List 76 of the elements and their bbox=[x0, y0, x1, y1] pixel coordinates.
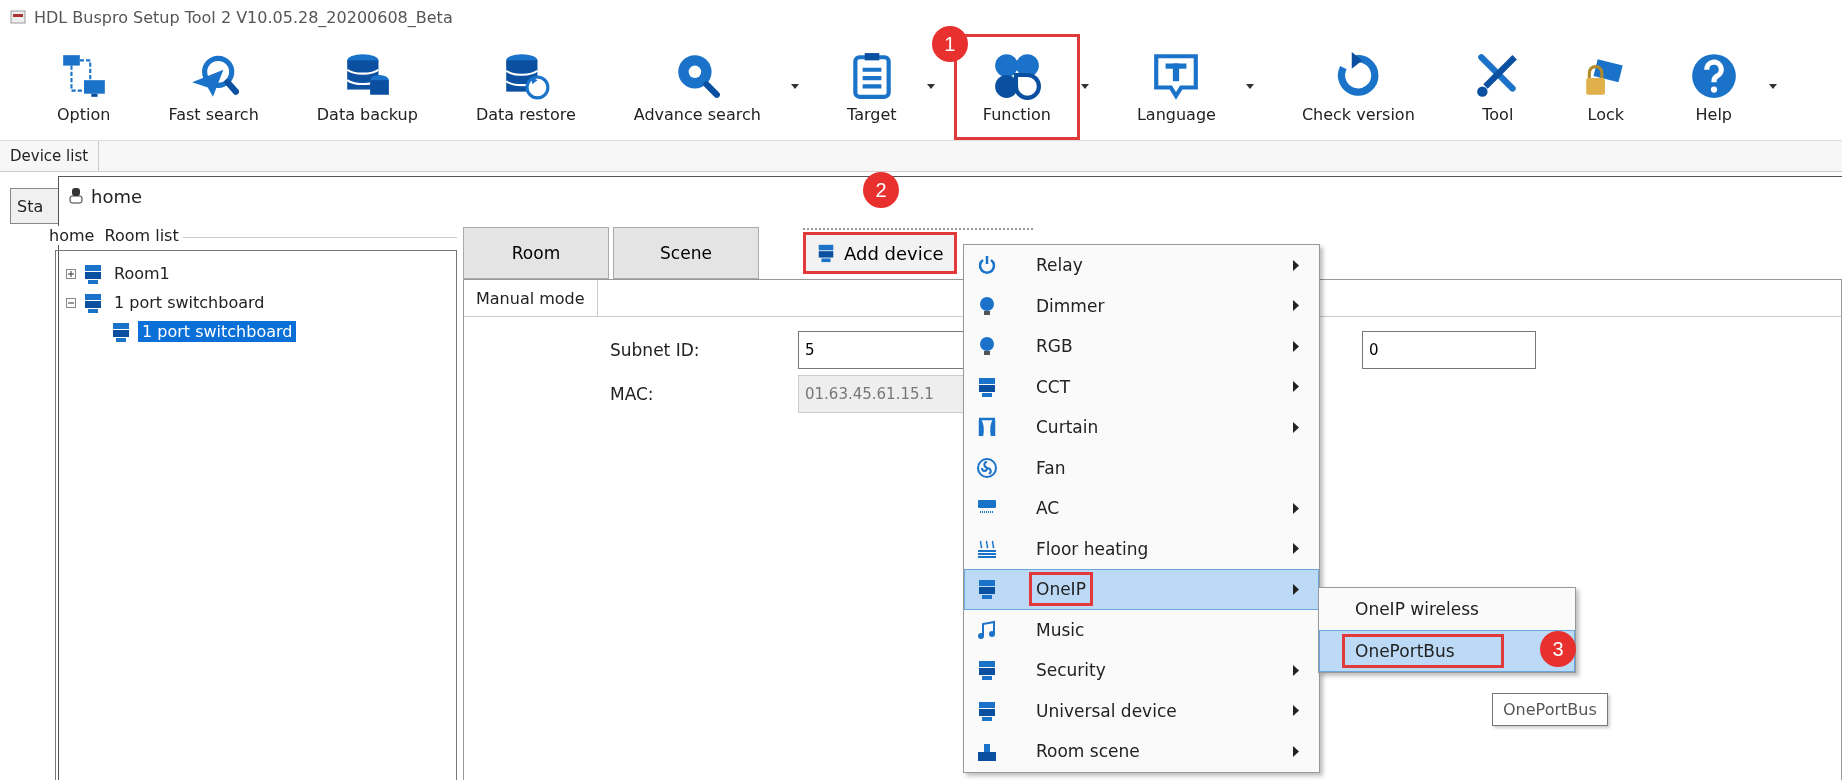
app-icon bbox=[10, 10, 26, 24]
tab[interactable]: Sta bbox=[10, 188, 58, 224]
menu-item[interactable]: Dimmer bbox=[964, 285, 1319, 326]
menu-item[interactable]: OneIP wireless bbox=[1319, 588, 1575, 630]
text-field[interactable]: 0 bbox=[1362, 331, 1536, 369]
toolbar-button[interactable]: Language bbox=[1107, 34, 1245, 140]
window-title: home bbox=[91, 185, 143, 207]
music-note-icon bbox=[976, 618, 998, 641]
menu-item[interactable]: Fan bbox=[964, 447, 1319, 488]
window-title: HDL Buspro Setup Tool 2 V10.05.28_20200608_Beta bbox=[34, 7, 453, 27]
toolbar-button[interactable]: Tool bbox=[1443, 34, 1552, 140]
step-badge: 1 bbox=[931, 26, 968, 62]
caret-icon[interactable] bbox=[1244, 84, 1255, 90]
menu-item[interactable]: AC bbox=[964, 488, 1319, 529]
toolbar-button[interactable]: Check version bbox=[1272, 34, 1444, 140]
tooltip: OnePortBus bbox=[1492, 693, 1608, 726]
device-icon bbox=[976, 578, 998, 601]
add-device-button[interactable]: Add device bbox=[803, 232, 957, 274]
toolbar-button[interactable]: Advance search bbox=[604, 34, 790, 140]
menu-item-label: Fan bbox=[1035, 456, 1067, 480]
field-label: MAC: bbox=[610, 384, 655, 404]
device-icon bbox=[976, 375, 998, 398]
expand-icon[interactable] bbox=[66, 268, 76, 279]
menu-item[interactable]: Relay bbox=[964, 245, 1319, 286]
fan-icon bbox=[976, 456, 998, 479]
menu-item-label: CCT bbox=[1035, 375, 1072, 399]
curtain-icon bbox=[976, 416, 998, 439]
device-icon bbox=[110, 320, 132, 343]
device-icon bbox=[82, 262, 104, 285]
menu-item-label: RGB bbox=[1035, 335, 1074, 359]
device-icon bbox=[976, 659, 998, 682]
tab[interactable]: Manual mode bbox=[464, 280, 598, 316]
group-title: home Room list bbox=[49, 226, 183, 245]
device-icon bbox=[976, 699, 998, 722]
menu-item-label: Room scene bbox=[1035, 740, 1141, 764]
caret-icon[interactable] bbox=[925, 84, 936, 90]
menu-item-label: AC bbox=[1035, 497, 1061, 521]
toolbar-button[interactable]: Lock bbox=[1551, 34, 1660, 140]
collapse-icon[interactable] bbox=[66, 297, 76, 308]
tab[interactable]: Device list bbox=[0, 141, 100, 171]
tree-item[interactable]: 1 port switchboard bbox=[110, 292, 269, 313]
power-icon bbox=[976, 254, 998, 277]
menu-item[interactable]: Security bbox=[964, 650, 1319, 691]
device-icon bbox=[816, 243, 836, 263]
menu-item-label: Universal device bbox=[1035, 699, 1178, 723]
menu-item-label: Dimmer bbox=[1035, 294, 1106, 318]
menu-item-label: OnePortBus bbox=[1342, 634, 1504, 668]
menu-item-label: OneIP wireless bbox=[1354, 598, 1480, 621]
tree-item[interactable]: Room1 bbox=[110, 263, 174, 284]
step-badge: 2 bbox=[863, 172, 899, 208]
device-icon bbox=[82, 291, 104, 314]
menu-item[interactable]: Music bbox=[964, 609, 1319, 650]
menu-item[interactable]: Floor heating bbox=[964, 528, 1319, 569]
caret-icon[interactable] bbox=[789, 84, 800, 90]
toolbar-button[interactable]: Help bbox=[1659, 34, 1768, 140]
toolbar-button[interactable]: Data backup bbox=[287, 34, 447, 140]
menu-item[interactable]: Universal device bbox=[964, 690, 1319, 731]
caret-icon[interactable] bbox=[1767, 84, 1778, 90]
menu-item-label: Security bbox=[1035, 659, 1107, 683]
menu-item[interactable]: Room scene bbox=[964, 731, 1319, 772]
menu-item-label: OneIP bbox=[1029, 572, 1093, 607]
menu-item-label: Floor heating bbox=[1035, 537, 1150, 561]
tab[interactable]: Scene bbox=[613, 227, 759, 279]
menu-item-label: Relay bbox=[1035, 254, 1084, 278]
menu-item-label: Music bbox=[1035, 618, 1086, 642]
toolbar-button[interactable]: Data restore bbox=[446, 34, 605, 140]
toolbar-button[interactable]: Fast search bbox=[139, 34, 288, 140]
home-icon bbox=[69, 187, 83, 205]
caret-icon[interactable] bbox=[1079, 84, 1090, 90]
tab[interactable]: Room bbox=[463, 227, 609, 279]
menu-item[interactable]: OneIP bbox=[964, 569, 1319, 610]
toolbar-button[interactable]: Option bbox=[28, 34, 140, 140]
tree-item[interactable]: 1 port switchboard bbox=[138, 321, 297, 342]
field-label: Subnet ID: bbox=[610, 340, 701, 360]
toolbar-button[interactable]: Target bbox=[817, 34, 926, 140]
menu-item-label: Curtain bbox=[1035, 416, 1100, 440]
